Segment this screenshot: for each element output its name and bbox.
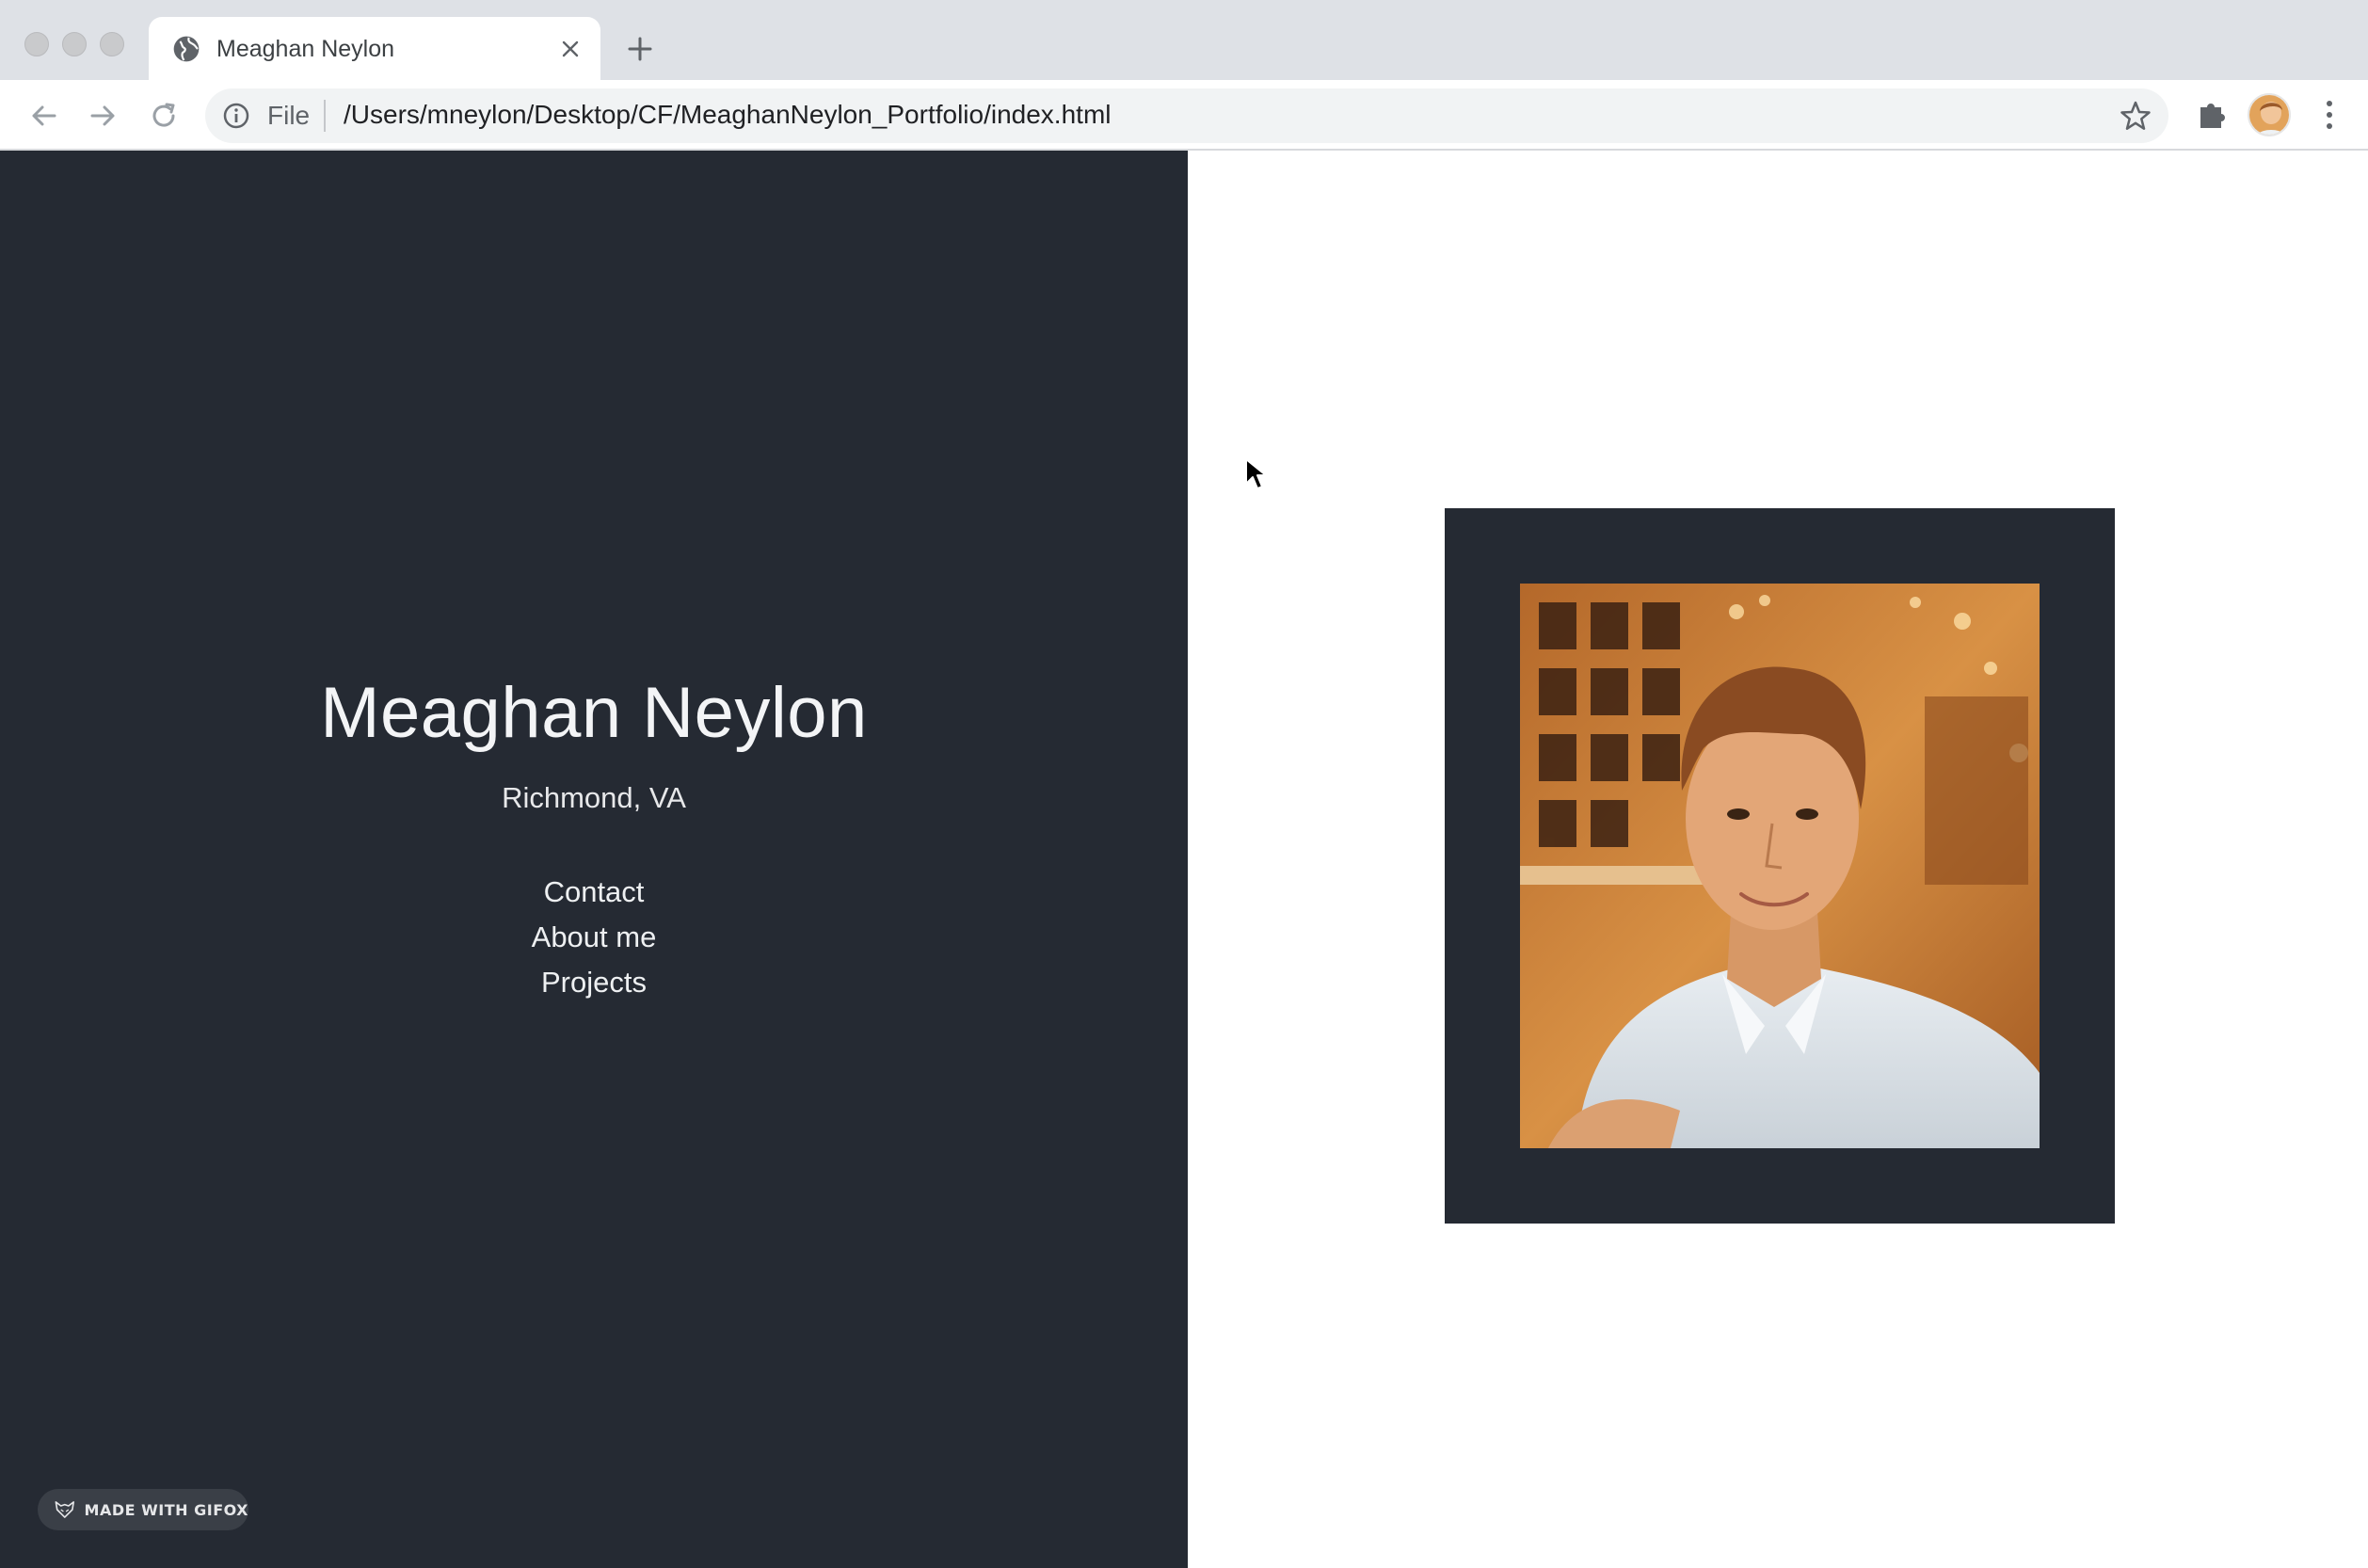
url-text[interactable]: /Users/mneylon/Desktop/CF/MeaghanNeylon_… [344,100,1112,130]
mouse-cursor-icon [1245,458,1267,489]
intro-block: Meaghan Neylon Richmond, VA Contact Abou… [0,678,1188,1005]
nav-link-contact[interactable]: Contact [0,870,1188,915]
photo-panel [1188,151,2368,1568]
scheme-label: File [267,101,311,130]
profile-photo [1520,584,2040,1148]
window-close-dot[interactable] [24,32,49,56]
tab-strip: Meaghan Neylon [0,0,2368,81]
arrow-right-icon [90,105,115,126]
reload-icon [152,103,175,127]
page-title: Meaghan Neylon [320,673,868,753]
intro-panel: Meaghan Neylon Richmond, VA Contact Abou… [0,151,1188,1568]
forward-button[interactable] [83,95,124,136]
puzzle-icon[interactable] [2193,96,2231,134]
nav-link-about-me[interactable]: About me [0,915,1188,960]
avatar[interactable] [2248,93,2291,136]
browser-chrome: Meaghan Neylon File /Users/mneylon/Deskt… [0,0,2368,151]
reload-button[interactable] [143,95,184,136]
window-maximize-dot[interactable] [100,32,124,56]
nav-link-projects[interactable]: Projects [0,960,1188,1005]
main-nav: Contact About me Projects [0,870,1188,1005]
address-bar[interactable]: File /Users/mneylon/Desktop/CF/MeaghanNe… [205,88,2168,143]
star-icon[interactable] [2120,100,2152,132]
page-viewport: Meaghan Neylon Richmond, VA Contact Abou… [0,151,2368,1568]
arrow-left-icon [32,105,56,126]
browser-tab-active[interactable]: Meaghan Neylon [149,17,600,81]
plus-icon [628,37,652,61]
omnibox-divider [324,100,326,132]
close-icon[interactable] [553,32,587,66]
info-icon[interactable] [222,102,250,130]
kebab-menu-icon[interactable] [2315,96,2344,134]
gifox-badge: MADE WITH GIFOX [38,1489,248,1530]
tab-title: Meaghan Neylon [216,36,395,62]
badge-label: MADE WITH GIFOX [84,1500,248,1519]
back-button[interactable] [23,95,64,136]
globe-icon [173,36,200,62]
photo-frame [1445,508,2115,1224]
location-text: Richmond, VA [502,781,686,814]
window-minimize-dot[interactable] [62,32,87,56]
browser-toolbar: File /Users/mneylon/Desktop/CF/MeaghanNe… [0,80,2368,151]
fox-icon [55,1501,75,1518]
new-tab-button[interactable] [621,30,659,68]
